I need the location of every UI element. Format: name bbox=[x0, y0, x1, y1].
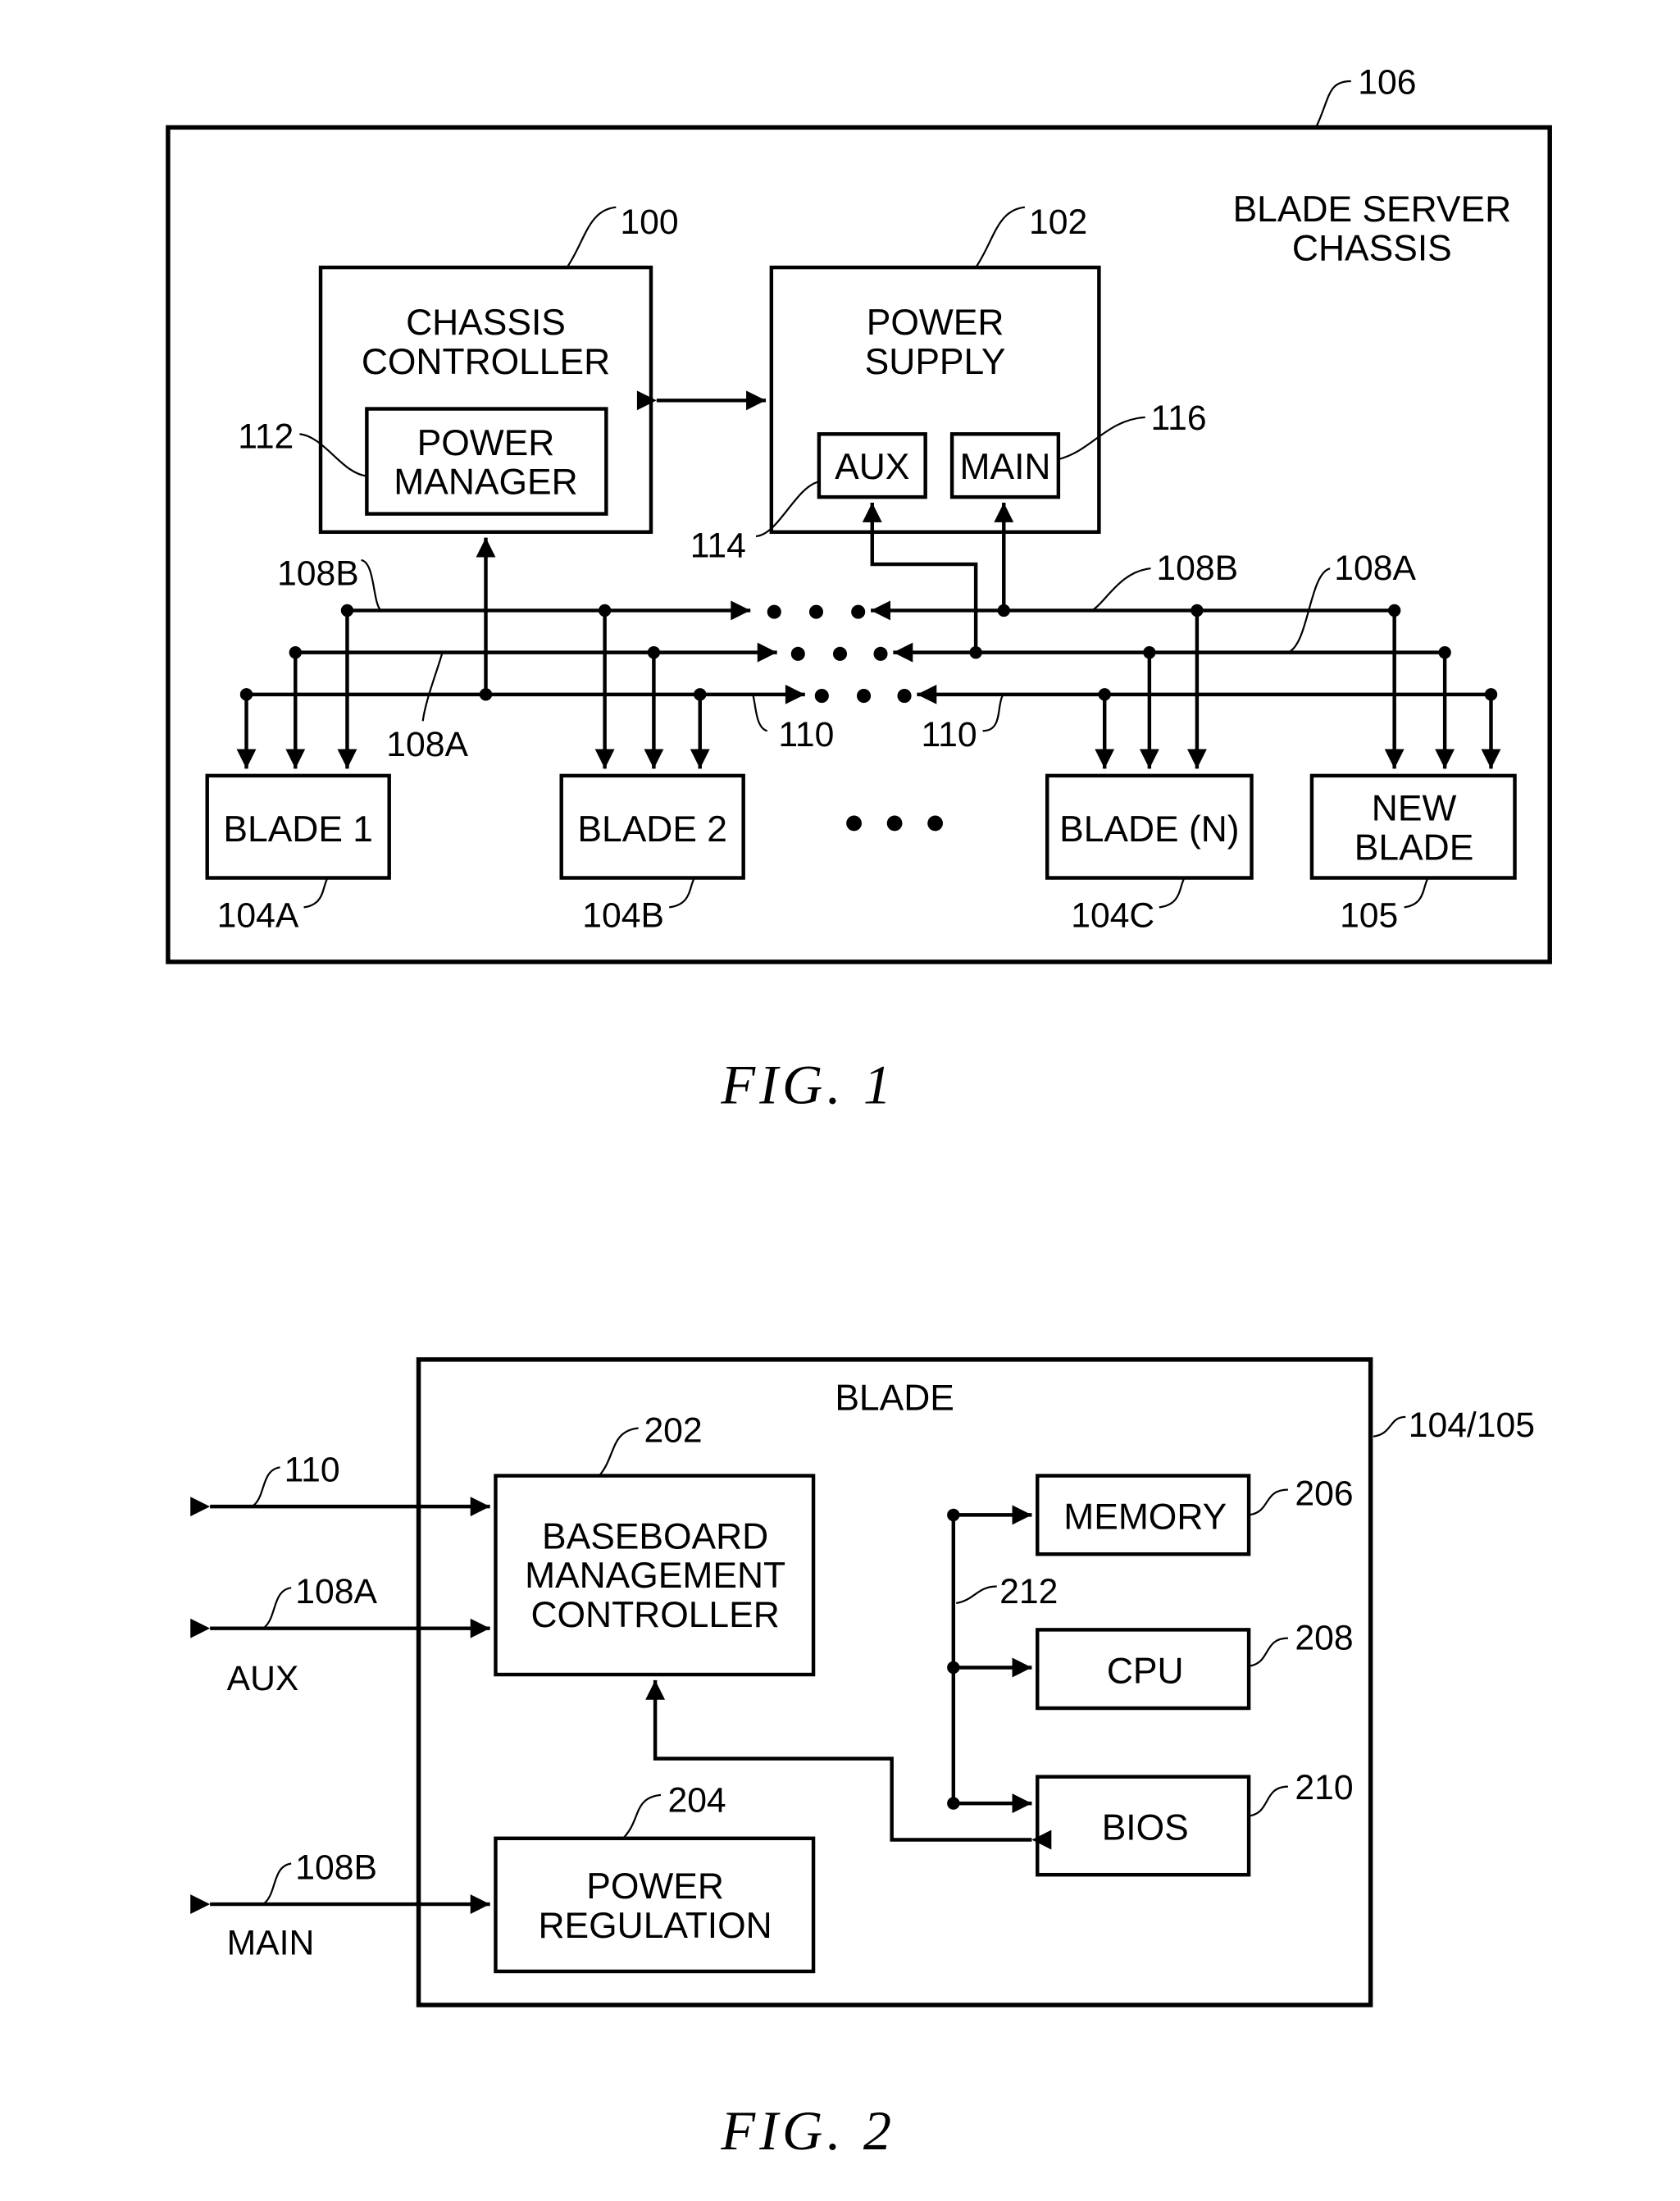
ref-204: 204 bbox=[667, 1780, 726, 1820]
cpu-label: CPU bbox=[1107, 1651, 1184, 1691]
leader-108B bbox=[262, 1862, 292, 1905]
leader-108A-left bbox=[421, 652, 444, 722]
memory-label: MEMORY bbox=[1063, 1497, 1227, 1537]
ref-202: 202 bbox=[644, 1411, 702, 1451]
ref-112: 112 bbox=[238, 417, 294, 456]
power-supply-line2: SUPPLY bbox=[865, 342, 1006, 382]
ref-105: 105 bbox=[1340, 895, 1398, 935]
leader-206 bbox=[1248, 1488, 1288, 1516]
figure-1: BLADE SERVER CHASSIS 106 CHASSIS CONTROL… bbox=[166, 62, 1552, 1115]
bmc-line3: CONTROLLER bbox=[530, 1595, 779, 1635]
leader-110 bbox=[251, 1466, 280, 1508]
ellipsis-dots-bus bbox=[767, 604, 912, 704]
blade-2-label: BLADE 2 bbox=[577, 809, 727, 850]
ref-104B: 104B bbox=[582, 895, 664, 935]
leader-102 bbox=[975, 206, 1026, 268]
leader-114 bbox=[755, 481, 820, 538]
chassis-title-line2: CHASSIS bbox=[1292, 229, 1452, 269]
ref-108B: 108B bbox=[295, 1848, 377, 1887]
blade-1: BLADE 1 104A bbox=[205, 773, 391, 935]
ref-102: 102 bbox=[1029, 203, 1087, 242]
leader-108B-left bbox=[361, 558, 382, 612]
leader-212 bbox=[956, 1585, 997, 1605]
ref-210: 210 bbox=[1295, 1768, 1353, 1807]
new-blade-line1: NEW bbox=[1372, 789, 1457, 829]
ref-114: 114 bbox=[690, 526, 746, 566]
fig2-caption: FIG. 2 bbox=[720, 2099, 895, 2162]
leader-202 bbox=[598, 1427, 639, 1477]
ref-206: 206 bbox=[1295, 1474, 1353, 1513]
blade-2: BLADE 2 104B bbox=[559, 773, 745, 935]
ref-104A: 104A bbox=[217, 895, 299, 935]
ref-212: 212 bbox=[999, 1572, 1058, 1611]
chassis-controller-line2: CONTROLLER bbox=[362, 342, 610, 382]
ref-104-105: 104/105 bbox=[1409, 1406, 1535, 1445]
bus-108A-left bbox=[289, 642, 777, 663]
ref-108B-right: 108B bbox=[1156, 549, 1238, 588]
blade-n: BLADE (N) 104C bbox=[1045, 773, 1254, 935]
ref-108A-left: 108A bbox=[386, 725, 468, 764]
leader-208 bbox=[1248, 1637, 1288, 1667]
leader-204 bbox=[622, 1793, 662, 1839]
blade-1-label: BLADE 1 bbox=[223, 809, 373, 850]
leader-210 bbox=[1248, 1785, 1288, 1817]
leader-110-left bbox=[752, 695, 768, 732]
bios-label: BIOS bbox=[1102, 1807, 1189, 1848]
leader-104-105 bbox=[1373, 1415, 1406, 1438]
leader-106 bbox=[1315, 80, 1351, 128]
leader-116 bbox=[1058, 416, 1145, 461]
power-supply-line1: POWER bbox=[867, 303, 1004, 343]
leader-110-right bbox=[982, 695, 1004, 732]
leader-108A bbox=[262, 1587, 292, 1629]
ref-108A: 108A bbox=[295, 1572, 377, 1611]
blade-title: BLADE bbox=[835, 1378, 954, 1418]
patent-drawing-sheet: BLADE SERVER CHASSIS 106 CHASSIS CONTROL… bbox=[166, 62, 1552, 2162]
power-manager-line2: MANAGER bbox=[394, 463, 577, 503]
ref-110-right: 110 bbox=[922, 715, 977, 754]
ref-108B-left: 108B bbox=[277, 554, 359, 594]
bus-110-right bbox=[917, 684, 1498, 704]
ref-106: 106 bbox=[1358, 62, 1416, 102]
main-label: MAIN bbox=[960, 447, 1051, 487]
main-signal-label: MAIN bbox=[227, 1924, 315, 1963]
bus-108B-left bbox=[340, 600, 751, 621]
ref-110: 110 bbox=[285, 1450, 340, 1489]
ellipsis-dots-blades bbox=[846, 815, 944, 832]
bus-108B-right bbox=[871, 600, 1401, 621]
new-blade: NEW BLADE 105 bbox=[1309, 773, 1517, 935]
leader-108B-right bbox=[1091, 567, 1151, 612]
bus108A-to-aux bbox=[862, 502, 978, 653]
aux-signal-label: AUX bbox=[227, 1659, 299, 1698]
leader-100 bbox=[566, 206, 617, 268]
power-regulation-line2: REGULATION bbox=[539, 1906, 772, 1946]
internal-bus-212 bbox=[947, 1505, 1032, 1814]
chassis-title-line1: BLADE SERVER bbox=[1233, 189, 1512, 230]
ref-110-left: 110 bbox=[778, 715, 834, 754]
chassis-controller-line1: CHASSIS bbox=[406, 303, 566, 343]
ref-116: 116 bbox=[1151, 399, 1207, 438]
leader-112 bbox=[299, 433, 367, 477]
bmc-line2: MANAGEMENT bbox=[525, 1556, 785, 1596]
ref-100: 100 bbox=[620, 203, 678, 242]
new-blade-line2: BLADE bbox=[1354, 827, 1474, 868]
fig1-caption: FIG. 1 bbox=[720, 1053, 895, 1115]
blade-n-label: BLADE (N) bbox=[1059, 809, 1239, 850]
ref-208: 208 bbox=[1295, 1618, 1353, 1657]
bus-110-left bbox=[239, 684, 805, 704]
aux-label: AUX bbox=[835, 447, 909, 487]
power-regulation-line1: POWER bbox=[586, 1866, 724, 1907]
bmc-line1: BASEBOARD bbox=[542, 1516, 768, 1556]
ref-104C: 104C bbox=[1071, 895, 1154, 935]
figure-2: BLADE 104/105 BASEBOARD MANAGEMENT CONTR… bbox=[190, 1357, 1535, 2162]
power-manager-line1: POWER bbox=[417, 423, 555, 463]
ref-108A-right: 108A bbox=[1334, 549, 1416, 588]
